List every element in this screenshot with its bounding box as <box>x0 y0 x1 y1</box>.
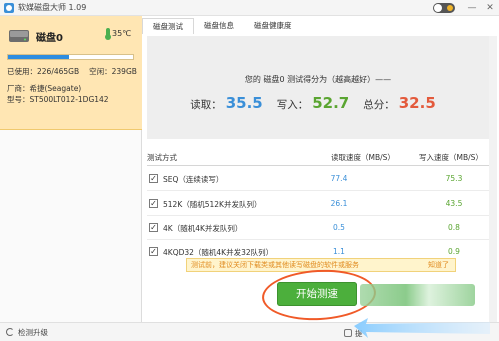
vendor-text: 厂商：希捷(Seagate) <box>7 84 82 93</box>
row-read-value: 26.1 <box>330 199 348 208</box>
hard-disk-icon <box>9 30 29 42</box>
row-divider <box>147 239 489 240</box>
row-write-value: 75.3 <box>445 174 463 183</box>
close-button[interactable]: ✕ <box>483 1 497 15</box>
temperature-value: 35℃ <box>112 28 132 38</box>
table-header: 测试方式 读取速度（MB/S） 写入速度（MB/S） <box>147 150 489 164</box>
table-row: ✓ 512K（随机512K并发队列） 26.1 43.5 <box>147 194 489 214</box>
window-controls: — ✕ <box>433 0 497 16</box>
column-header-read: 读取速度（MB/S） <box>331 153 395 162</box>
disk-name: 磁盘0 <box>36 33 63 44</box>
total-score-value: 32.5 <box>398 94 436 112</box>
model-text: 型号：ST500LT012-1DG142 <box>7 95 109 104</box>
column-header-write: 写入速度（MB/S） <box>419 153 483 162</box>
usage-bar <box>7 54 134 60</box>
read-score-value: 35.5 <box>225 94 263 112</box>
row-write-value: 0.9 <box>448 247 460 256</box>
pointer-arrow-icon <box>354 318 490 338</box>
left-panel: 磁盘0 35℃ 已使用：226/465GB 空闲：239GB 厂商：希捷(Sea… <box>0 16 142 322</box>
skin-toggle[interactable] <box>433 3 455 13</box>
row-read-value: 77.4 <box>330 174 348 183</box>
total-score-label: 总分： <box>363 99 395 111</box>
row-divider <box>147 190 489 191</box>
title-bar: 软媒磁盘大师 1.09 — ✕ <box>0 0 499 16</box>
dismiss-warning-link[interactable]: 知道了 <box>428 259 449 271</box>
feedback-icon <box>344 329 352 337</box>
header-divider <box>147 165 489 166</box>
start-test-button[interactable]: 开始测速 <box>277 282 357 306</box>
warning-text: 测试前，建议关闭下载类或其他读写磁盘的软件或服务 <box>191 261 359 269</box>
disk-stats: 已使用：226/465GB 空闲：239GB <box>7 66 137 77</box>
check-upgrade-link[interactable]: 检测升级 <box>0 322 142 341</box>
blurred-overlay <box>360 284 475 306</box>
row-name: SEQ（连续读写） <box>163 175 224 184</box>
read-score-label: 读取： <box>190 99 222 111</box>
disk-card[interactable]: 磁盘0 35℃ 已使用：226/465GB 空闲：239GB 厂商：希捷(Sea… <box>0 16 142 130</box>
score-line: 读取： 35.5 写入： 52.7 总分： 32.5 <box>147 94 489 112</box>
result-panel: 您的 磁盘0 测试得分为（越高越好）—— 读取： 35.5 写入： 52.7 总… <box>147 36 489 139</box>
refresh-icon <box>6 328 14 336</box>
column-header-mode: 测试方式 <box>147 153 177 162</box>
check-upgrade-label: 检测升级 <box>18 327 48 337</box>
write-score-value: 52.7 <box>312 94 350 112</box>
tab-bar: 磁盘测试 磁盘信息 磁盘健康度 <box>142 18 302 34</box>
4kqd32-checkbox[interactable]: ✓ <box>149 247 158 256</box>
seq-checkbox[interactable]: ✓ <box>149 174 158 183</box>
app-logo-icon <box>4 2 14 13</box>
row-name: 512K（随机512K并发队列） <box>163 200 262 209</box>
row-read-value: 1.1 <box>333 247 345 256</box>
table-row: ✓ 4K（随机4K并发队列） 0.5 0.8 <box>147 218 489 238</box>
thermometer-icon <box>105 28 111 40</box>
result-description: 您的 磁盘0 测试得分为（越高越好）—— <box>244 75 392 84</box>
table-row: ✓ SEQ（连续读写） 77.4 75.3 <box>147 169 489 189</box>
app-title: 软媒磁盘大师 1.09 <box>18 3 87 12</box>
row-write-value: 0.8 <box>448 223 460 232</box>
minimize-button[interactable]: — <box>465 1 479 15</box>
scrollbar[interactable] <box>489 36 497 322</box>
used-space: 已使用：226/465GB <box>7 67 80 76</box>
free-space: 空闲：239GB <box>89 67 137 76</box>
row-read-value: 0.5 <box>333 223 345 232</box>
usage-bar-fill <box>8 55 69 59</box>
row-divider <box>147 215 489 216</box>
4k-checkbox[interactable]: ✓ <box>149 223 158 232</box>
row-name: 4K（随机4K并发队列） <box>163 224 243 233</box>
row-name: 4KQD32（随机4K并发32队列） <box>163 248 274 257</box>
tab-disk-test[interactable]: 磁盘测试 <box>142 18 194 34</box>
temperature: 35℃ <box>105 28 132 40</box>
512k-checkbox[interactable]: ✓ <box>149 199 158 208</box>
tab-disk-health[interactable]: 磁盘健康度 <box>244 18 302 34</box>
disk-info: 厂商：希捷(Seagate) 型号：ST500LT012-1DG142 <box>7 83 109 105</box>
row-write-value: 43.5 <box>445 199 463 208</box>
tab-disk-info[interactable]: 磁盘信息 <box>194 18 244 34</box>
write-score-label: 写入： <box>276 99 309 111</box>
